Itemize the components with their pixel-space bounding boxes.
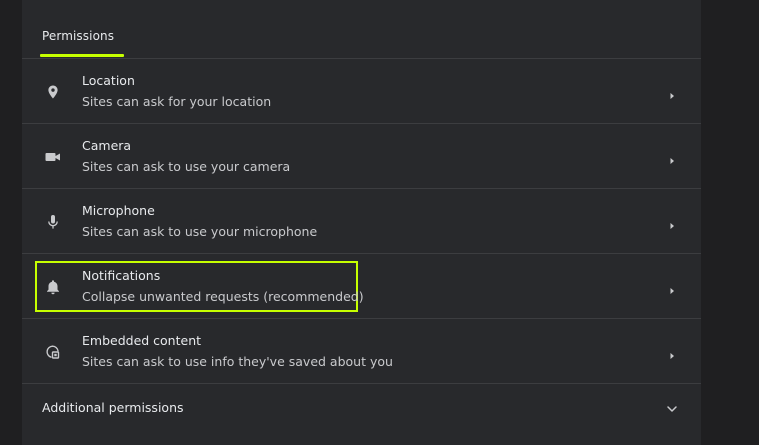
- arrow-right-icon: [667, 346, 677, 359]
- additional-permissions-label: Additional permissions: [42, 400, 184, 415]
- arrow-right-icon: [667, 86, 677, 99]
- permission-subtitle: Sites can ask for your location: [82, 94, 272, 109]
- permission-title: Microphone: [82, 203, 155, 218]
- location-pin-icon: [44, 83, 62, 101]
- embedded-content-icon: [44, 343, 62, 361]
- permission-row-notifications[interactable]: Notifications Collapse unwanted requests…: [22, 254, 701, 318]
- permission-row-location[interactable]: Location Sites can ask for your location: [22, 59, 701, 123]
- permission-title: Notifications: [82, 268, 161, 283]
- bell-icon: [44, 278, 62, 296]
- permission-title: Location: [82, 73, 135, 88]
- permissions-card: Permissions Location Sites can ask for y…: [22, 0, 701, 445]
- permission-subtitle: Sites can ask to use your camera: [82, 159, 291, 174]
- microphone-icon: [44, 213, 62, 231]
- arrow-right-icon: [667, 281, 677, 294]
- settings-page: Permissions Location Sites can ask for y…: [0, 0, 759, 445]
- camera-icon: [44, 148, 62, 166]
- arrow-right-icon: [667, 216, 677, 229]
- additional-permissions-expander[interactable]: Additional permissions: [22, 384, 701, 434]
- chevron-down-icon: [665, 401, 679, 415]
- section-title: Permissions: [42, 29, 115, 43]
- permission-subtitle: Sites can ask to use your microphone: [82, 224, 318, 239]
- permission-title: Camera: [82, 138, 132, 153]
- permission-subtitle: Sites can ask to use info they've saved …: [82, 354, 393, 369]
- permission-title: Embedded content: [82, 333, 202, 348]
- permission-row-embedded-content[interactable]: Embedded content Sites can ask to use in…: [22, 319, 701, 383]
- permission-subtitle: Collapse unwanted requests (recommended): [82, 289, 364, 304]
- section-title-underline: [40, 54, 124, 57]
- arrow-right-icon: [667, 151, 677, 164]
- permission-row-camera[interactable]: Camera Sites can ask to use your camera: [22, 124, 701, 188]
- permission-row-microphone[interactable]: Microphone Sites can ask to use your mic…: [22, 189, 701, 253]
